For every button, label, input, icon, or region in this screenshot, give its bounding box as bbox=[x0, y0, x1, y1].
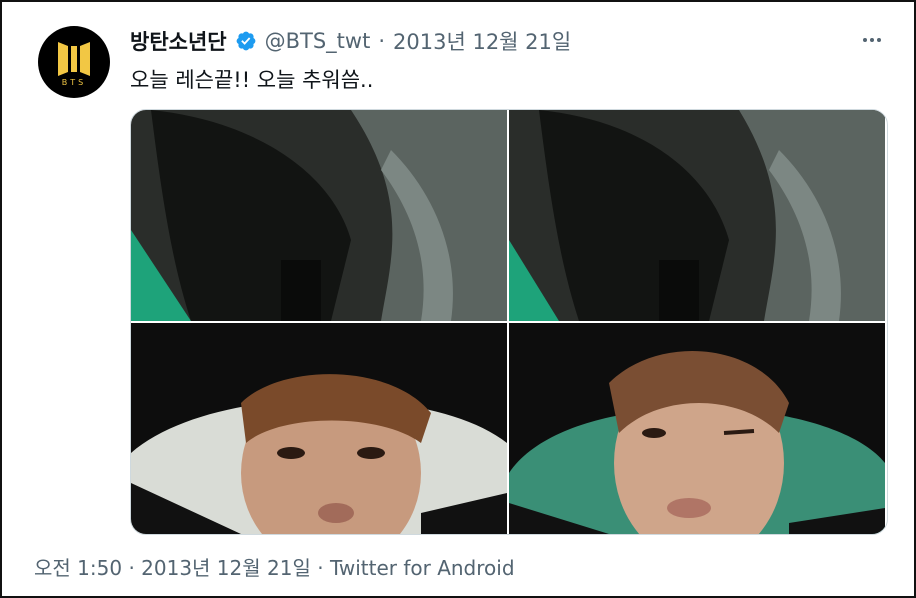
media-grid bbox=[130, 109, 888, 535]
footer-separator-1: · bbox=[128, 556, 135, 580]
header-separator: · bbox=[378, 29, 386, 53]
footer-date[interactable]: 2013년 12월 21일 bbox=[141, 556, 311, 580]
verified-badge-icon bbox=[236, 31, 256, 51]
tweet-text: 오늘 레슨끝!! 오늘 추워씀.. bbox=[130, 68, 374, 92]
tweet-card: BTS 방탄소년단 @BTS_twt · 2013년 12월 21일 오늘 레슨… bbox=[0, 0, 916, 598]
photo-selfie-hat bbox=[131, 323, 507, 534]
more-horizontal-icon bbox=[863, 38, 881, 42]
photo-1[interactable] bbox=[131, 110, 507, 321]
photo-2[interactable] bbox=[509, 110, 885, 321]
tweet-date[interactable]: 2013년 12월 21일 bbox=[393, 26, 571, 56]
avatar[interactable]: BTS bbox=[38, 26, 110, 98]
avatar-logo-text: BTS bbox=[61, 77, 87, 87]
tweet-footer: 오전 1:50 · 2013년 12월 21일 · Twitter for An… bbox=[34, 552, 515, 581]
tweet-header: 방탄소년단 @BTS_twt · 2013년 12월 21일 bbox=[130, 26, 571, 56]
user-handle[interactable]: @BTS_twt bbox=[265, 29, 371, 53]
display-name[interactable]: 방탄소년단 bbox=[130, 26, 227, 56]
tweet-time[interactable]: 오전 1:50 bbox=[34, 556, 122, 580]
more-options-button[interactable] bbox=[860, 28, 884, 58]
photo-jacket-closeup-2 bbox=[509, 110, 885, 321]
photo-3[interactable] bbox=[131, 323, 507, 534]
photo-4[interactable] bbox=[509, 323, 885, 534]
footer-separator-2: · bbox=[317, 556, 324, 580]
photo-selfie-wink bbox=[509, 323, 885, 534]
photo-jacket-closeup bbox=[131, 110, 507, 321]
tweet-source[interactable]: Twitter for Android bbox=[330, 556, 515, 580]
